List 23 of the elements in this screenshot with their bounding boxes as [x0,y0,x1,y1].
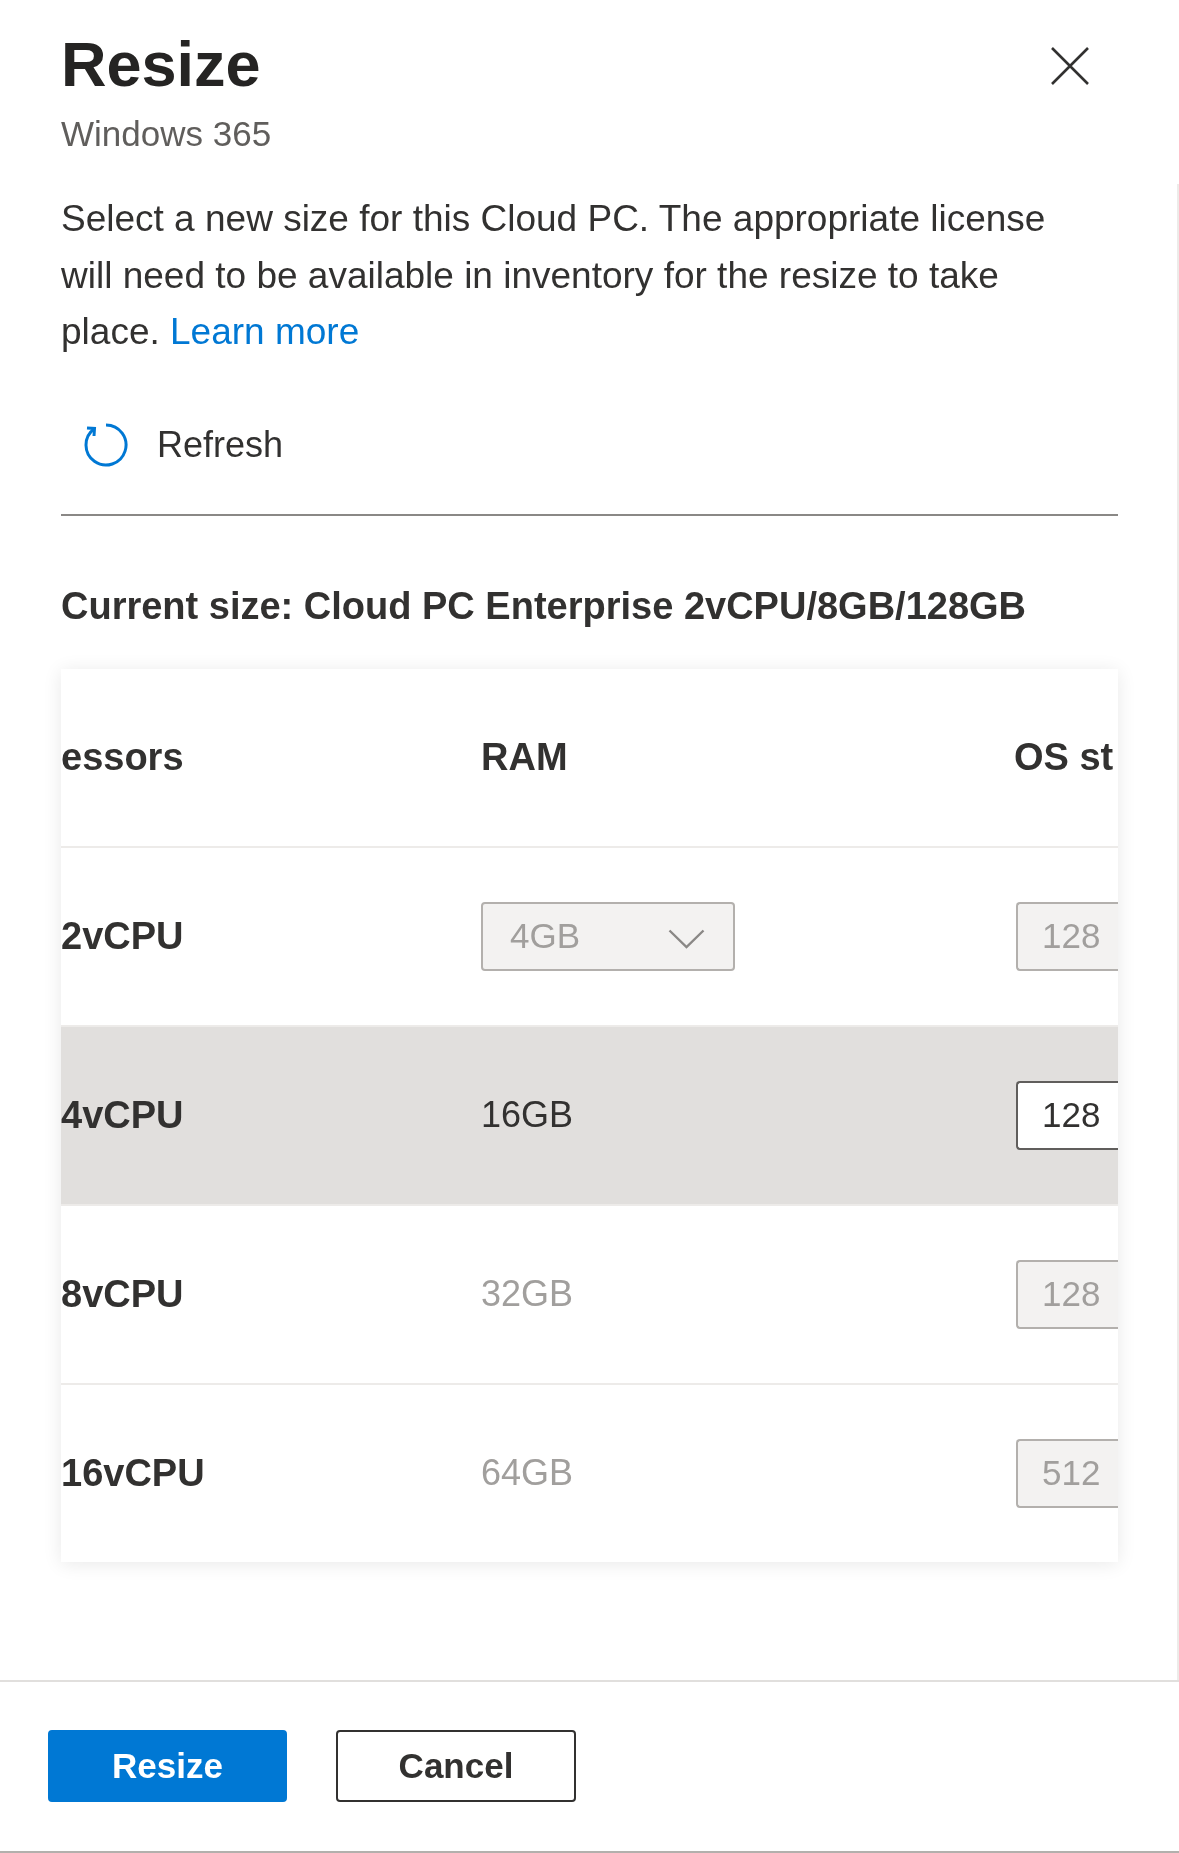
panel-title: Resize [61,28,262,101]
panel-subtitle: Windows 365 [61,113,272,155]
refresh-icon [83,421,129,468]
table-cell: 2vCPU [61,914,184,958]
current-size-text: Current size: Cloud PC Enterprise 2vCPU/8GB/128GB [61,583,1027,628]
column-header: essors [61,735,184,779]
storage-field[interactable]: 128 [1016,1080,1118,1150]
table-cell: 64GB [481,1452,574,1494]
refresh-button[interactable]: Refresh [83,414,284,475]
table-cell: 16vCPU [61,1451,205,1495]
table-cell: 16GB [481,1094,574,1136]
close-icon [1051,47,1089,85]
resize-button[interactable]: Resize [48,1730,287,1802]
learn-more-link[interactable]: Learn more [170,311,360,352]
table-cell: 4vCPU [61,1093,184,1137]
table-cell: 8vCPU [61,1272,184,1316]
table-cell: 32GB [481,1273,574,1315]
column-header: RAM [481,735,568,779]
table-row[interactable]: 4vCPU 16GB 128 [61,1026,1118,1206]
description-text: Select a new size for this Cloud PC. The appropriate license will need to be available in inventory for the resize to take place. Learn more [61,197,1047,354]
column-header: OS st [1014,735,1114,779]
chevron-icon [668,929,705,949]
cancel-button[interactable]: Cancel [336,1730,576,1802]
